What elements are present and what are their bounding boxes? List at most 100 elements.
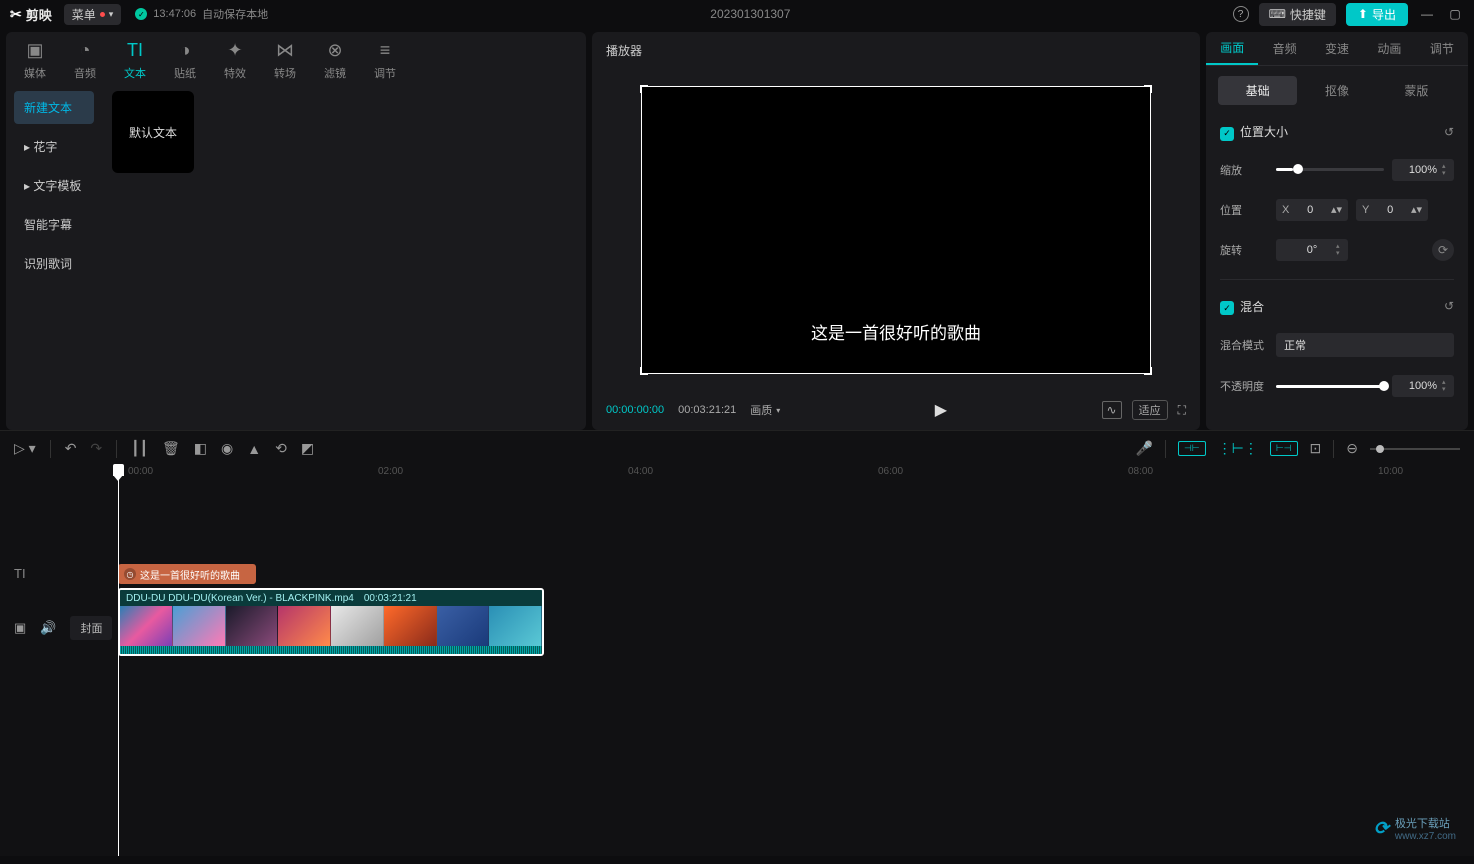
spinner-icon[interactable]: ▴▾	[1442, 159, 1452, 181]
prop-tab-audio[interactable]: 音频	[1258, 32, 1310, 65]
timeline-ruler[interactable]: 00:00 02:00 04:00 06:00 08:00 10:00	[118, 466, 1474, 486]
track-controls: ▣ 🔊 封面	[0, 616, 112, 640]
position-y-input[interactable]: Y0▴▾	[1356, 199, 1428, 221]
resize-handle-br[interactable]	[1144, 367, 1152, 375]
cursor-tool-icon[interactable]: ▷ ▾	[14, 440, 36, 457]
tab-sticker[interactable]: ◑贴纸	[174, 40, 196, 81]
prop-tab-image[interactable]: 画面	[1206, 32, 1258, 65]
section-blend: ✓混合 ↺	[1220, 298, 1454, 316]
chevron-down-icon: ▾	[109, 9, 114, 20]
snap-icon[interactable]: ⊣⊢	[1178, 441, 1206, 456]
resize-handle-bl[interactable]	[640, 367, 648, 375]
resize-handle-tl[interactable]	[640, 85, 648, 93]
rotate-icon[interactable]: ⟲	[275, 440, 287, 457]
check-icon[interactable]: ✓	[1220, 127, 1234, 141]
video-thumbnails	[120, 606, 542, 646]
sidebar-item-newtext[interactable]: 新建文本	[14, 91, 94, 124]
check-icon[interactable]: ✓	[1220, 301, 1234, 315]
upload-icon: ⬆	[1358, 7, 1368, 21]
resize-handle-tr[interactable]	[1144, 85, 1152, 93]
player-stage[interactable]: 这是一首很好听的歌曲	[592, 69, 1200, 390]
subtab-mask[interactable]: 蒙版	[1377, 76, 1456, 105]
subtitle-overlay[interactable]: 这是一首很好听的歌曲	[641, 319, 1151, 344]
quality-dropdown[interactable]: 画质 ▾	[750, 402, 780, 418]
tab-media[interactable]: ▣媒体	[24, 40, 46, 81]
prop-tab-anim[interactable]: 动画	[1363, 32, 1415, 65]
player-panel: 播放器 这是一首很好听的歌曲 00:00:00:00 00:03:21:21 画…	[592, 32, 1200, 430]
text-clip[interactable]: ◷ 这是一首很好听的歌曲	[118, 564, 256, 584]
watermark: ⟳ 极光下载站 www.xz7.com	[1374, 815, 1456, 842]
freeze-icon[interactable]: ◉	[221, 440, 233, 457]
video-clip-duration: 00:03:21:21	[364, 593, 417, 604]
spinner-icon[interactable]: ▴▾	[1411, 203, 1422, 216]
spinner-icon[interactable]: ▴▾	[1442, 375, 1452, 397]
redo-icon[interactable]: ↷	[90, 440, 102, 457]
fullscreen-icon[interactable]: ⛶	[1178, 403, 1186, 418]
shortcuts-button[interactable]: ⌨ 快捷键	[1259, 3, 1336, 26]
tab-transition[interactable]: ⋈转场	[274, 40, 296, 81]
play-button[interactable]: ▶	[935, 400, 947, 420]
subtab-cutout[interactable]: 抠像	[1297, 76, 1376, 105]
lock-track-icon[interactable]: ▣	[14, 620, 26, 636]
spinner-icon[interactable]: ▴▾	[1331, 203, 1342, 216]
tab-filter[interactable]: ⊗滤镜	[324, 40, 346, 81]
minimize-button[interactable]: —	[1418, 5, 1436, 23]
app-logo: ✂ 剪映	[10, 5, 52, 24]
zoom-out-icon[interactable]: ⊖	[1346, 440, 1358, 457]
menu-button[interactable]: 菜单 ▾	[64, 4, 122, 25]
properties-panel: 画面 音频 变速 动画 调节 基础 抠像 蒙版 ✓位置大小 ↺ 缩放 100%▴…	[1206, 32, 1468, 430]
text-preset-default[interactable]: 默认文本	[112, 91, 194, 173]
tab-adjust[interactable]: ≡调节	[374, 40, 396, 81]
text-icon: TI	[127, 40, 143, 61]
subtab-basic[interactable]: 基础	[1218, 76, 1297, 105]
video-clip[interactable]: DDU-DU DDU-DU(Korean Ver.) - BLACKPINK.m…	[118, 588, 544, 656]
blend-mode-label: 混合模式	[1220, 337, 1268, 353]
mute-track-icon[interactable]: 🔊	[40, 620, 56, 636]
prop-tab-speed[interactable]: 变速	[1311, 32, 1363, 65]
opacity-value[interactable]: 100%▴▾	[1392, 375, 1454, 397]
tab-audio[interactable]: ◔音频	[74, 40, 96, 81]
sidebar-item-fancy[interactable]: ▸ 花字	[14, 130, 94, 163]
spinner-icon[interactable]: ▴▾	[1336, 239, 1346, 261]
rotate-value[interactable]: 0°▴▾	[1276, 239, 1348, 261]
playhead[interactable]	[118, 466, 119, 856]
sidebar-item-lyrics[interactable]: 识别歌词	[14, 247, 94, 280]
time-total: 00:03:21:21	[678, 404, 736, 416]
opacity-slider[interactable]	[1276, 385, 1384, 388]
tab-effects[interactable]: ✦特效	[224, 40, 246, 81]
reset-icon[interactable]: ↺	[1444, 125, 1454, 139]
sidebar-item-template[interactable]: ▸ 文字模板	[14, 169, 94, 202]
crop-left-icon[interactable]: ◧	[194, 440, 207, 457]
mirror-icon[interactable]: ▲	[247, 441, 261, 457]
delete-icon[interactable]: 🗑	[162, 440, 180, 457]
crop-icon[interactable]: ◩	[301, 440, 314, 457]
sidebar-item-caption[interactable]: 智能字幕	[14, 208, 94, 241]
split-icon[interactable]: ┃┃	[131, 440, 148, 457]
text-track-icon: TI	[14, 566, 26, 581]
prop-tab-adjust[interactable]: 调节	[1416, 32, 1468, 65]
cover-button[interactable]: 封面	[70, 616, 112, 640]
scale-value[interactable]: 100%▴▾	[1392, 159, 1454, 181]
magnet-icon[interactable]: ⋮⊢⋮	[1218, 440, 1258, 457]
app-name: 剪映	[26, 5, 52, 24]
waveform-icon[interactable]: ∿	[1102, 401, 1122, 419]
preview-icon[interactable]: ⊢⊣	[1270, 441, 1298, 456]
reset-icon[interactable]: ↺	[1444, 299, 1454, 313]
chevron-down-icon: ▾	[776, 406, 780, 415]
scale-slider[interactable]	[1276, 168, 1384, 171]
flip-icon[interactable]: ⟳	[1432, 239, 1454, 261]
autosave-status: ✓ 13:47:06 自动保存本地	[135, 6, 268, 22]
undo-icon[interactable]: ↶	[65, 440, 77, 457]
fit-button[interactable]: 适应	[1132, 400, 1168, 420]
clock-icon: ◷	[124, 568, 136, 580]
tab-text[interactable]: TI文本	[124, 40, 146, 81]
timeline[interactable]: 00:00 02:00 04:00 06:00 08:00 10:00 TI ▣…	[0, 466, 1474, 856]
set-out-icon[interactable]: ⊡	[1310, 440, 1322, 457]
blend-mode-select[interactable]: 正常	[1276, 333, 1454, 357]
maximize-button[interactable]: ▢	[1446, 5, 1464, 23]
position-x-input[interactable]: X0▴▾	[1276, 199, 1348, 221]
help-icon[interactable]: ?	[1233, 6, 1249, 22]
mic-icon[interactable]: 🎤	[1136, 440, 1153, 457]
export-button[interactable]: ⬆ 导出	[1346, 3, 1408, 26]
zoom-slider[interactable]	[1370, 448, 1460, 450]
